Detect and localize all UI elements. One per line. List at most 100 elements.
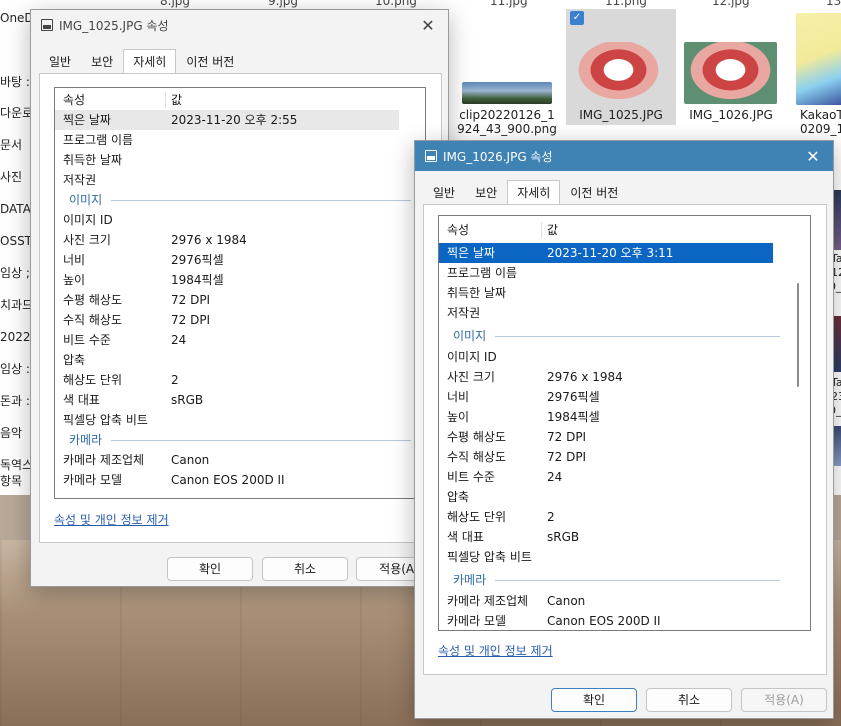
row-program-name[interactable]: 프로그램 이름 — [55, 130, 399, 150]
section-image-title: 이미지 — [453, 329, 487, 343]
tab-details[interactable]: 자세히 — [507, 180, 561, 204]
file-tile-img-1025[interactable]: ✓ IMG_1025.JPG — [566, 9, 676, 125]
remove-properties-link[interactable]: 속성 및 개인 정보 제거 — [438, 642, 553, 659]
row-dimensions[interactable]: 사진 크기 2976 x 1984 — [55, 230, 399, 250]
file-name-13[interactable]: 13 — [826, 0, 841, 8]
row-date-acquired[interactable]: 취득한 날짜 — [55, 150, 399, 170]
row-resolution-unit[interactable]: 해상도 단위 2 — [55, 370, 399, 390]
row-image-id[interactable]: 이미지 ID — [439, 347, 773, 367]
row-key: 프로그램 이름 — [63, 133, 134, 147]
checkbox-icon[interactable]: ✓ — [570, 11, 584, 25]
cancel-button[interactable]: 취소 — [262, 557, 348, 581]
file-name-11jpg[interactable]: 11.jpg — [490, 0, 528, 8]
nav-item-onedrive[interactable]: OneD — [0, 8, 34, 28]
nav-item-money[interactable]: 돈과 : — [0, 391, 34, 411]
row-copyright[interactable]: 저작권 — [55, 170, 399, 190]
header-property[interactable]: 속성 — [63, 90, 85, 110]
row-width[interactable]: 너비 2976픽셀 — [55, 250, 399, 270]
row-key: 수평 해상도 — [63, 293, 123, 307]
row-horizontal-resolution[interactable]: 수평 해상도 72 DPI — [55, 290, 399, 310]
file-name-12[interactable]: 12.jpg — [712, 0, 750, 8]
file-name-10[interactable]: 10.png — [375, 0, 417, 8]
tab-previous-versions[interactable]: 이전 버전 — [560, 182, 628, 204]
row-key: 이미지 ID — [63, 213, 113, 227]
nav-item-downloads[interactable]: 다운로 — [0, 103, 34, 123]
tab-details[interactable]: 자세히 — [123, 49, 177, 73]
row-vertical-resolution[interactable]: 수직 해상도 72 DPI — [55, 310, 399, 330]
nav-item-documents[interactable]: 문서 — [0, 135, 34, 155]
remove-properties-link[interactable]: 속성 및 개인 정보 제거 — [54, 511, 169, 528]
section-camera-title: 카메라 — [453, 573, 487, 587]
row-resolution-unit[interactable]: 해상도 단위 2 — [439, 507, 773, 527]
row-compression[interactable]: 압축 — [439, 487, 773, 507]
row-program-name[interactable]: 프로그램 이름 — [439, 263, 773, 283]
ok-button[interactable]: 확인 — [167, 557, 253, 581]
window-icon — [425, 150, 437, 162]
properties-dialog-img-1026: IMG_1026.JPG 속성 ✕ 일반 보안 자세히 이전 버전 속성 값 찍… — [414, 140, 834, 719]
nav-item-data[interactable]: DATA — [0, 199, 34, 219]
file-tile-img-1026[interactable]: IMG_1026.JPG — [676, 9, 786, 125]
row-camera-maker[interactable]: 카메라 제조업체 Canon — [439, 591, 773, 611]
nav-item-pictures[interactable]: 사진 — [0, 167, 34, 187]
row-camera-maker[interactable]: 카메라 제조업체 Canon — [55, 450, 399, 470]
row-date-taken[interactable]: 찍은 날짜 2023-11-20 오후 3:11 — [439, 243, 773, 263]
row-image-id[interactable]: 이미지 ID — [55, 210, 399, 230]
nav-item-osst[interactable]: OSST — [0, 231, 34, 251]
tab-general[interactable]: 일반 — [39, 51, 81, 73]
dialog-title: IMG_1025.JPG 속성 — [59, 18, 169, 33]
dialog-titlebar[interactable]: IMG_1026.JPG 속성 ✕ — [415, 141, 833, 171]
tab-previous-versions[interactable]: 이전 버전 — [176, 51, 244, 73]
nav-item-dental[interactable]: 치과드 — [0, 295, 34, 315]
file-name-8[interactable]: 8.jpg — [160, 0, 190, 8]
cancel-button[interactable]: 취소 — [646, 688, 732, 712]
file-tile-clip[interactable]: clip20220126_1 924_43_900.png — [452, 82, 562, 136]
row-value: 72 DPI — [171, 313, 211, 327]
header-value[interactable]: 값 — [171, 90, 182, 110]
dialog-titlebar[interactable]: IMG_1025.JPG 속성 ✕ — [31, 10, 448, 40]
nav-item-clinical-1[interactable]: 임상 ; — [0, 263, 34, 283]
row-value: 1984픽셀 — [171, 273, 224, 287]
nav-item-music[interactable]: 음악 — [0, 423, 34, 443]
nav-item-clinical-2[interactable]: 임상 : — [0, 359, 34, 379]
nav-item-2022[interactable]: 2022 — [0, 327, 34, 347]
row-height[interactable]: 높이 1984픽셀 — [439, 407, 773, 427]
tab-security[interactable]: 보안 — [465, 182, 507, 204]
row-width[interactable]: 너비 2976픽셀 — [439, 387, 773, 407]
row-copyright[interactable]: 저작권 — [439, 303, 773, 323]
property-list[interactable]: 속성 값 찍은 날짜 2023-11-20 오후 3:11 프로그램 이름 취득… — [438, 215, 811, 631]
row-vertical-resolution[interactable]: 수직 해상도 72 DPI — [439, 447, 773, 467]
ok-button[interactable]: 확인 — [551, 688, 637, 712]
row-bit-depth[interactable]: 비트 수준 24 — [439, 467, 773, 487]
header-property[interactable]: 속성 — [447, 220, 469, 240]
row-camera-model[interactable]: 카메라 모델 Canon EOS 200D II — [55, 470, 399, 490]
property-list[interactable]: 속성 값 찍은 날짜 2023-11-20 오후 2:55 프로그램 이름 취득… — [54, 87, 426, 499]
header-value[interactable]: 값 — [547, 220, 558, 240]
row-compression[interactable]: 압축 — [55, 350, 399, 370]
tab-security[interactable]: 보안 — [81, 51, 123, 73]
row-key: 색 대표 — [447, 530, 484, 544]
vertical-scrollbar[interactable] — [797, 283, 799, 387]
row-value: 2976 x 1984 — [171, 233, 247, 247]
row-key: 너비 — [447, 390, 470, 404]
row-compressed-bits[interactable]: 픽셀당 압축 비트 — [439, 547, 773, 567]
row-bit-depth[interactable]: 비트 수준 24 — [55, 330, 399, 350]
row-camera-model[interactable]: 카메라 모델 Canon EOS 200D II — [439, 611, 773, 630]
close-icon: ✕ — [806, 146, 820, 166]
row-height[interactable]: 높이 1984픽셀 — [55, 270, 399, 290]
apply-button[interactable]: 적용(A) — [741, 688, 827, 712]
file-name-11png[interactable]: 11.png — [605, 0, 647, 8]
row-date-taken[interactable]: 찍은 날짜 2023-11-20 오후 2:55 — [55, 110, 399, 130]
file-tile-kakao[interactable]: KakaoTa 0209_12 — [790, 9, 841, 149]
close-icon: ✕ — [421, 15, 435, 35]
row-color-representation[interactable]: 색 대표 sRGB — [55, 390, 399, 410]
tab-general[interactable]: 일반 — [423, 182, 465, 204]
row-dimensions[interactable]: 사진 크기 2976 x 1984 — [439, 367, 773, 387]
file-name-9[interactable]: 9.jpg — [268, 0, 298, 8]
row-date-acquired[interactable]: 취득한 날짜 — [439, 283, 773, 303]
row-color-representation[interactable]: 색 대표 sRGB — [439, 527, 773, 547]
close-button[interactable]: ✕ — [408, 10, 448, 40]
nav-item-desktop[interactable]: 바탕 : — [0, 72, 34, 92]
close-button[interactable]: ✕ — [793, 141, 833, 171]
row-compressed-bits[interactable]: 픽셀당 압축 비트 — [55, 410, 399, 430]
row-horizontal-resolution[interactable]: 수평 해상도 72 DPI — [439, 427, 773, 447]
